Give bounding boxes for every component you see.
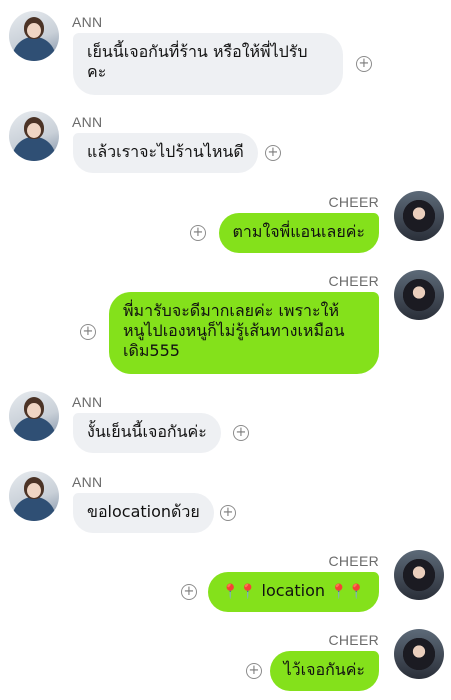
- plus-circle-icon[interactable]: +: [265, 145, 281, 161]
- message-text-line: คะ: [87, 62, 107, 81]
- sender-name: ANN: [72, 394, 103, 410]
- round-pushpin-icon: 📍📍: [221, 584, 257, 600]
- plus-circle-icon[interactable]: +: [356, 56, 372, 72]
- location-message-bubble[interactable]: 📍📍 location 📍📍: [207, 572, 379, 612]
- sender-name: ANN: [72, 14, 103, 30]
- message-bubble[interactable]: แล้วเราจะไปร้านไหนดี: [73, 133, 258, 173]
- message-text-line: เดิม555: [123, 341, 180, 360]
- message-text-line: เย็นนี้เจอกันที่ร้าน หรือให้พี่ไปรับ: [87, 42, 308, 61]
- sender-name: CHEER: [328, 553, 379, 569]
- avatar-cheer[interactable]: [394, 629, 444, 679]
- message-text-line: พี่มารับจะดีมากเลยค่ะ เพราะให้: [123, 301, 339, 320]
- avatar-ann[interactable]: [9, 391, 59, 441]
- message-bubble[interactable]: ตามใจพี่แอนเลยค่ะ: [218, 213, 379, 253]
- avatar-cheer[interactable]: [394, 191, 444, 241]
- avatar-cheer[interactable]: [394, 550, 444, 600]
- message-bubble[interactable]: ขอlocationด้วย: [73, 493, 214, 533]
- avatar-ann[interactable]: [9, 471, 59, 521]
- message-text-line: หนูไปเองหนูก็ไม่รู้เส้นทางเหมือน: [123, 321, 345, 340]
- round-pushpin-icon: 📍📍: [330, 584, 365, 600]
- plus-circle-icon[interactable]: +: [220, 505, 236, 521]
- message-text: location: [261, 581, 326, 600]
- sender-name: ANN: [72, 114, 103, 130]
- sender-name: CHEER: [328, 273, 379, 289]
- plus-circle-icon[interactable]: +: [190, 225, 206, 241]
- sender-name: ANN: [72, 474, 103, 490]
- sender-name: CHEER: [328, 194, 379, 210]
- plus-circle-icon[interactable]: +: [80, 324, 96, 340]
- plus-circle-icon[interactable]: +: [233, 425, 249, 441]
- plus-circle-icon[interactable]: +: [246, 663, 262, 679]
- plus-circle-icon[interactable]: +: [181, 584, 197, 600]
- message-bubble[interactable]: พี่มารับจะดีมากเลยค่ะ เพราะให้ หนูไปเองห…: [109, 292, 379, 374]
- message-bubble[interactable]: ไว้เจอกันค่ะ: [269, 651, 379, 691]
- avatar-ann[interactable]: [9, 111, 59, 161]
- avatar-ann[interactable]: [9, 11, 59, 61]
- avatar-cheer[interactable]: [394, 270, 444, 320]
- sender-name: CHEER: [328, 632, 379, 648]
- message-bubble[interactable]: เย็นนี้เจอกันที่ร้าน หรือให้พี่ไปรับ คะ: [73, 33, 343, 95]
- message-bubble[interactable]: งั้นเย็นนี้เจอกันค่ะ: [73, 413, 221, 453]
